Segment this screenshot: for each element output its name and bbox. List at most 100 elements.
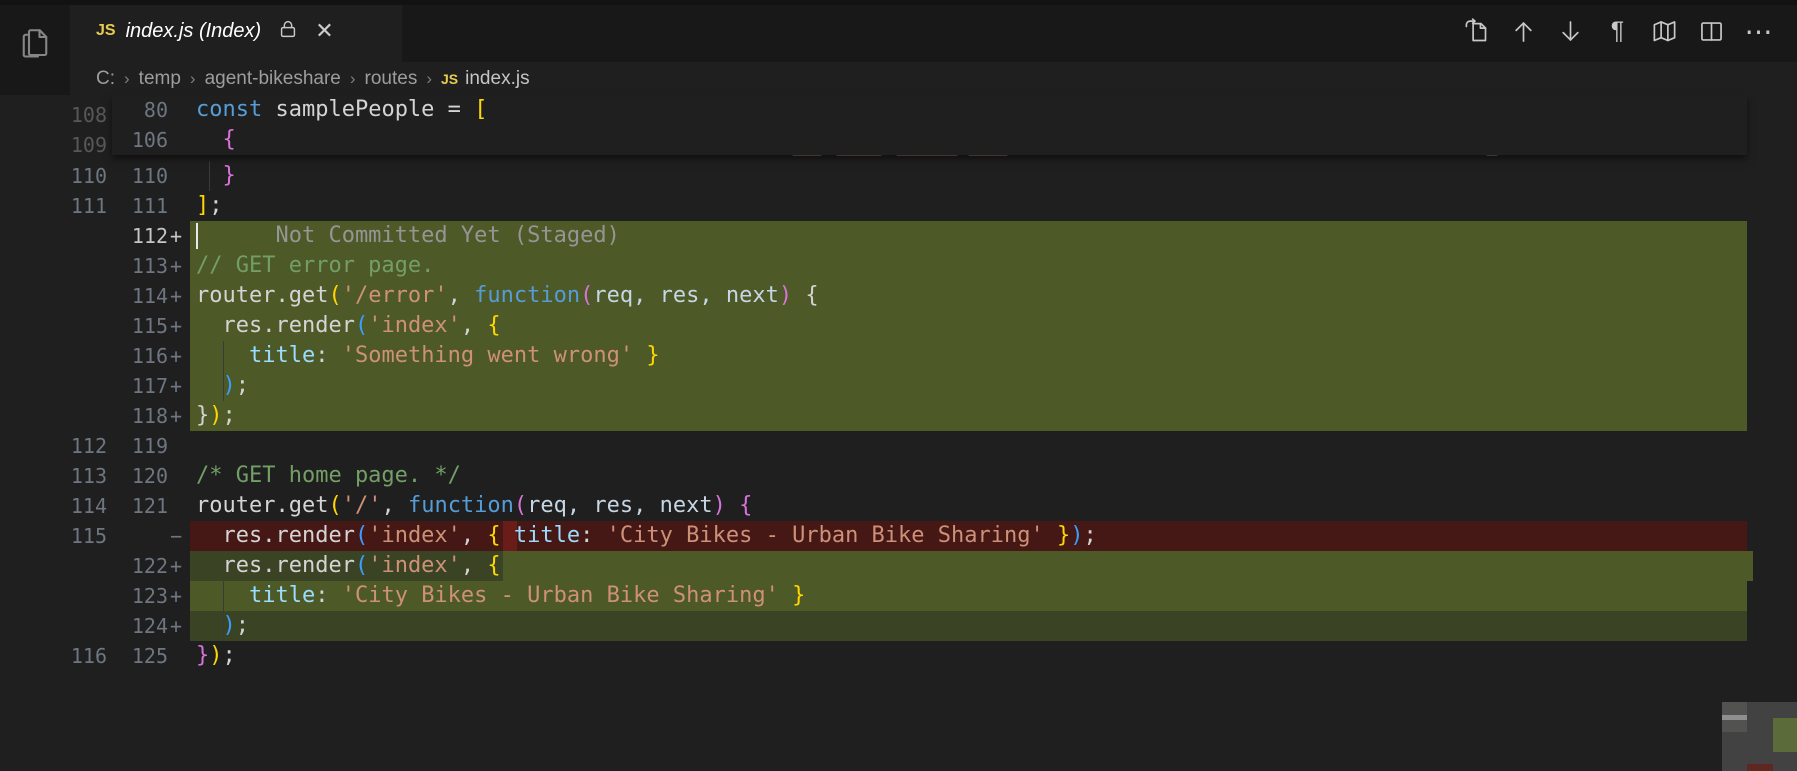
code-token: ; (223, 643, 236, 668)
breadcrumb-segment[interactable]: agent-bikeshare (205, 68, 341, 90)
code-token: } (792, 583, 805, 608)
diff-sign: + (170, 401, 190, 431)
code-token: { (487, 523, 500, 548)
code-line[interactable]: } (196, 161, 236, 191)
code-line[interactable]: res.render('index', { (196, 311, 501, 341)
code-line[interactable]: router.get('/', function(req, res, next)… (196, 491, 752, 521)
code-token: { (487, 553, 500, 578)
diff-sign: + (170, 551, 190, 581)
code-token: : (315, 583, 342, 608)
line-number-modified[interactable]: 116 (106, 341, 168, 371)
breadcrumb-segment[interactable]: temp (139, 68, 181, 90)
line-number-original[interactable]: 111 (68, 191, 107, 221)
sticky-line-number: 80 (112, 95, 168, 125)
open-changes-icon[interactable] (1453, 11, 1500, 51)
code-line[interactable]: /* GET home page. */ (196, 461, 461, 491)
tab-title: index.js (Index) (126, 20, 262, 43)
code-token: { (223, 127, 236, 152)
code-token: ; (223, 403, 236, 428)
line-number-original[interactable]: 110 (68, 161, 107, 191)
code-line[interactable]: res.render('index', { title: 'City Bikes… (196, 521, 1097, 551)
map-icon[interactable] (1641, 11, 1688, 51)
sticky-scroll-line[interactable]: 80const samplePeople = [ (112, 95, 1747, 125)
line-number-modified[interactable]: 119 (106, 431, 168, 461)
code-token: // GET error page. (196, 253, 434, 278)
next-change-icon[interactable] (1547, 11, 1594, 51)
line-number-original[interactable]: 114 (68, 491, 107, 521)
code-token: res.render (196, 523, 355, 548)
diff-sign: + (170, 221, 190, 251)
line-number-modified[interactable]: 115 (106, 311, 168, 341)
previous-change-icon[interactable] (1500, 11, 1547, 51)
code-token (196, 343, 249, 368)
text-cursor (196, 223, 198, 249)
code-token: req, res, next (527, 493, 712, 518)
scrollbar-handle[interactable] (1722, 715, 1747, 720)
line-number-modified[interactable]: 110 (106, 161, 168, 191)
code-token (726, 493, 739, 518)
code-token: res.render (196, 553, 355, 578)
close-icon[interactable]: ✕ (315, 20, 333, 42)
line-number-modified[interactable]: 123 (106, 581, 168, 611)
breadcrumb-file[interactable]: index.js (465, 68, 529, 90)
code-line[interactable]: res.render('index', { (196, 551, 501, 581)
line-number-original[interactable]: 112 (68, 431, 107, 461)
code-line[interactable]: Not Committed Yet (Staged) (196, 221, 620, 251)
code-line[interactable]: ); (196, 371, 249, 401)
vscode-window: { "colors": { "added_line_bg": "#3a4323"… (0, 0, 1797, 771)
split-editor-icon[interactable] (1688, 11, 1735, 51)
code-token: : (315, 343, 342, 368)
line-number-modified[interactable]: 122 (106, 551, 168, 581)
line-number-modified[interactable]: 117 (106, 371, 168, 401)
explorer-icon[interactable] (16, 24, 54, 62)
chevron-right-icon: › (190, 69, 196, 89)
code-token: : (580, 523, 607, 548)
code-token: ] (196, 193, 209, 218)
breadcrumb: C: › temp › agent-bikeshare › routes › J… (70, 62, 1797, 95)
line-number-modified[interactable]: 112 (106, 221, 168, 251)
code-line[interactable]: }); (196, 641, 236, 671)
code-token: ) (209, 403, 222, 428)
code-line[interactable]: ]; (196, 191, 223, 221)
code-token: , (381, 493, 408, 518)
diff-sign: + (170, 611, 190, 641)
code-token: } (223, 163, 236, 188)
diff-sign: + (170, 341, 190, 371)
code-token (196, 373, 223, 398)
code-token: res.render (196, 313, 355, 338)
code-line[interactable]: // GET error page. (196, 251, 434, 281)
line-number-modified[interactable]: 120 (106, 461, 168, 491)
code-line[interactable]: }); (196, 401, 236, 431)
more-actions-icon[interactable]: ⋯ (1735, 11, 1782, 51)
code-token: , (461, 523, 488, 548)
line-number-modified[interactable]: 111 (106, 191, 168, 221)
breadcrumb-segment[interactable]: C: (96, 68, 115, 90)
code-token: ( (355, 553, 368, 578)
breadcrumb-segment[interactable]: routes (365, 68, 418, 90)
window-top-edge (0, 0, 1797, 5)
diff-editor[interactable]: 108109110110 }111111];112+ Not Committed… (0, 95, 1797, 771)
sticky-scroll-line[interactable]: 106 { (112, 125, 1747, 155)
tab-indexjs[interactable]: JS index.js (Index) ✕ (70, 0, 402, 62)
line-number-modified[interactable]: 113 (106, 251, 168, 281)
code-line[interactable]: router.get('/error', function(req, res, … (196, 281, 819, 311)
line-number-original[interactable]: 115 (68, 521, 107, 551)
code-line[interactable]: ); (196, 611, 249, 641)
code-token: ) (1070, 523, 1083, 548)
code-line[interactable]: title: 'Something went wrong' } (196, 341, 660, 371)
lock-icon (277, 18, 299, 45)
line-number-original[interactable]: 113 (68, 461, 107, 491)
line-number-modified[interactable]: 124 (106, 611, 168, 641)
diff-sign: + (170, 581, 190, 611)
diff-sign: + (170, 311, 190, 341)
code-line[interactable]: title: 'City Bikes - Urban Bike Sharing'… (196, 581, 805, 611)
line-number-modified[interactable]: 114 (106, 281, 168, 311)
render-whitespace-icon[interactable]: ¶ (1594, 11, 1641, 51)
line-number-modified[interactable]: 125 (106, 641, 168, 671)
line-number-modified[interactable]: 121 (106, 491, 168, 521)
chevron-right-icon: › (426, 69, 432, 89)
code-token: ) (779, 283, 792, 308)
code-token: { (805, 283, 818, 308)
line-number-modified[interactable]: 118 (106, 401, 168, 431)
line-number-original[interactable]: 116 (68, 641, 107, 671)
